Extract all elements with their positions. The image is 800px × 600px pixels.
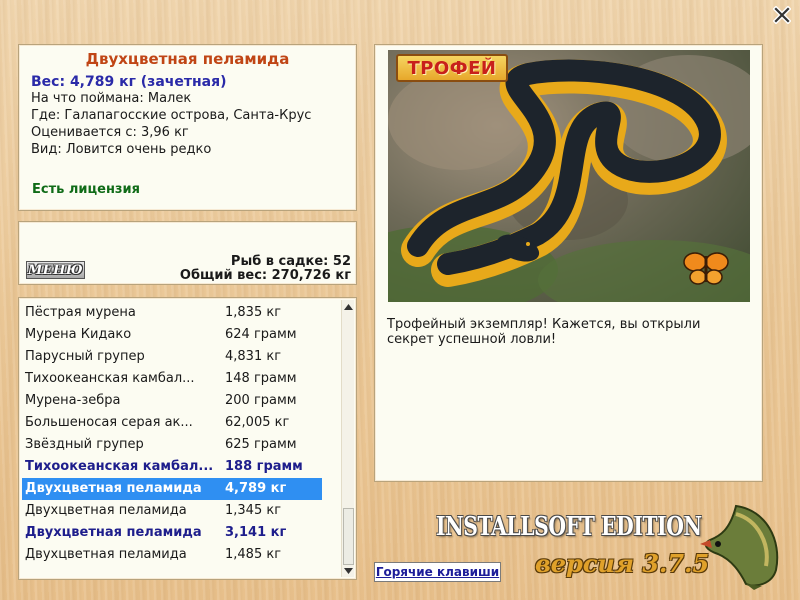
catch-fish-name: Мурена-зебра <box>25 393 121 408</box>
total-weight: Общий вес: 270,726 кг <box>179 268 351 283</box>
catch-fish-weight: 200 грамм <box>225 393 297 408</box>
catch-stats-panel: МЕНЮ Рыб в садке: 52 Общий вес: 270,726 … <box>18 221 357 285</box>
scroll-up-button[interactable] <box>342 300 355 313</box>
fish-license: Есть лицензия <box>32 182 140 197</box>
fish-weight: Вес: 4,789 кг (зачетная) <box>31 74 227 90</box>
catch-fish-weight: 62,005 кг <box>225 415 290 430</box>
catch-list-scrollbar[interactable] <box>341 300 354 577</box>
fish-count: Рыб в садке: 52 <box>230 254 351 269</box>
butterfly-icon <box>683 252 729 285</box>
catch-fish-weight: 188 грамм <box>225 459 303 474</box>
catch-list-row[interactable]: Большеносая серая ак... 62,005 кг <box>22 412 322 434</box>
catch-list-row[interactable]: Мурена Кидако 624 грамм <box>22 324 322 346</box>
catch-fish-weight: 4,831 кг <box>225 349 282 364</box>
catch-fish-name: Двухцветная пеламида <box>25 525 202 540</box>
trophy-description: Трофейный экземпляр! Кажется, вы открыли… <box>387 317 701 347</box>
catch-list-row[interactable]: Двухцветная пеламида 1,345 кг <box>22 500 322 522</box>
fish-bait: На что поймана: Малек <box>31 91 192 106</box>
fish-kind: Вид: Ловится очень редко <box>31 142 212 157</box>
catch-list-row[interactable]: Двухцветная пеламида 1,485 кг <box>22 544 322 566</box>
catch-fish-name: Двухцветная пеламида <box>25 503 187 518</box>
catch-list-row[interactable]: Пёстрая мурена 1,835 кг <box>22 302 322 324</box>
trophy-fish-image: ТРОФЕЙ <box>388 50 750 302</box>
fish-rated-from: Оценивается с: 3,96 кг <box>31 125 189 140</box>
hotkeys-button[interactable]: Горячие клавиши <box>374 562 501 582</box>
pike-fish-icon <box>700 504 779 590</box>
scrollbar-thumb[interactable] <box>343 508 354 565</box>
catch-list-row[interactable]: Двухцветная пеламида 3,141 кг <box>22 522 322 544</box>
catch-list[interactable]: Пёстрая мурена 1,835 кг Мурена Кидако 624 г… <box>18 297 357 580</box>
catch-list-row[interactable]: Тихоокеанская камбал... 148 грамм <box>22 368 322 390</box>
catch-fish-weight: 624 грамм <box>225 327 297 342</box>
trophy-badge-label: ТРОФЕЙ <box>407 57 497 79</box>
fish-location: Где: Галапагосские острова, Санта-Крус <box>31 108 312 123</box>
catch-fish-weight: 1,485 кг <box>225 547 282 562</box>
arrow-down-icon <box>344 567 353 574</box>
catch-fish-weight: 1,345 кг <box>225 503 282 518</box>
menu-button[interactable]: МЕНЮ <box>26 261 85 279</box>
scroll-down-button[interactable] <box>342 564 355 577</box>
catch-list-row[interactable]: Двухцветная пеламида 4,789 кг <box>22 478 322 500</box>
catch-fish-weight: 148 грамм <box>225 371 297 386</box>
menu-button-label: МЕНЮ <box>27 262 84 278</box>
catch-fish-name: Пёстрая мурена <box>25 305 136 320</box>
catch-fish-weight: 625 грамм <box>225 437 297 452</box>
catch-fish-name: Тихоокеанская камбал... <box>25 371 195 386</box>
catch-fish-name: Двухцветная пеламида <box>25 547 187 562</box>
catch-fish-weight: 3,141 кг <box>225 525 287 540</box>
fish-title: Двухцветная пеламида <box>85 50 290 68</box>
catch-fish-weight: 4,789 кг <box>225 481 287 496</box>
sea-snake-illustration <box>388 55 750 302</box>
close-button[interactable] <box>770 4 794 26</box>
brand-edition: INSTALLSOFT EDITION <box>436 512 702 542</box>
trophy-badge: ТРОФЕЙ <box>396 54 508 82</box>
catch-list-row[interactable]: Звёздный групер 625 грамм <box>22 434 322 456</box>
catch-list-row[interactable]: Парусный групер 4,831 кг <box>22 346 322 368</box>
catch-fish-name: Большеносая серая ак... <box>25 415 193 430</box>
catch-fish-name: Звёздный групер <box>25 437 144 452</box>
catch-fish-weight: 1,835 кг <box>225 305 282 320</box>
arrow-up-icon <box>344 303 353 310</box>
catch-fish-name: Мурена Кидако <box>25 327 132 342</box>
catch-list-row[interactable]: Тихоокеанская камбал... 188 грамм <box>22 456 322 478</box>
catch-fish-name: Парусный групер <box>25 349 145 364</box>
catch-fish-name: Двухцветная пеламида <box>25 481 202 496</box>
trophy-panel: ТРОФЕЙ Трофейный экземпляр! Кажется, вы … <box>374 44 763 482</box>
close-icon <box>773 6 791 24</box>
fish-info-panel: Двухцветная пеламида Вес: 4,789 кг (заче… <box>18 44 357 211</box>
catch-list-row[interactable]: Мурена-зебра 200 грамм <box>22 390 322 412</box>
brand-version: версия 3.7.5 <box>535 549 710 578</box>
catch-fish-name: Тихоокеанская камбал... <box>25 459 214 474</box>
